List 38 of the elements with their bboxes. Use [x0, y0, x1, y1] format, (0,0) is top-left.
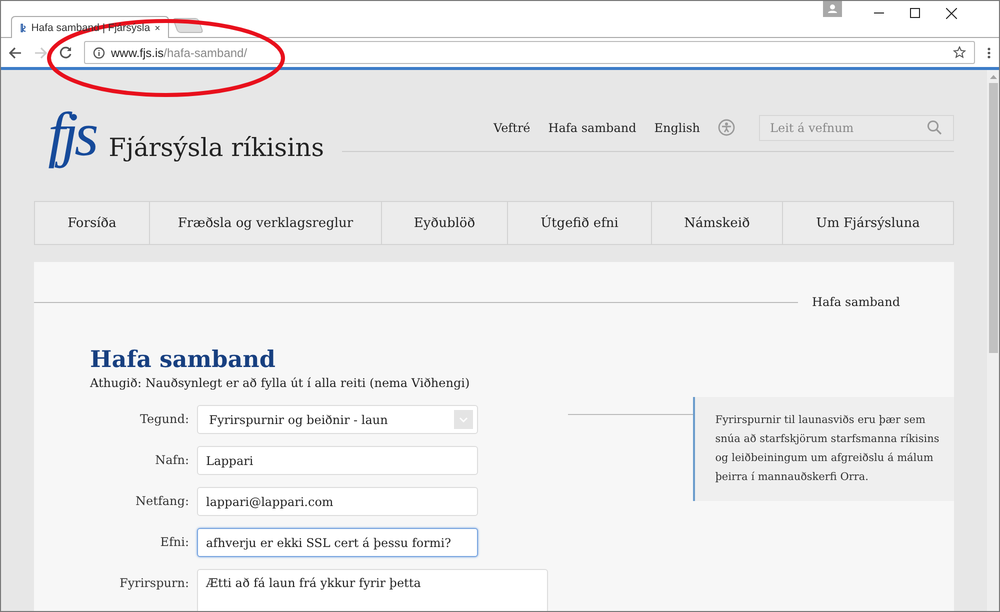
input-field[interactable]: Lappari [197, 446, 478, 476]
top-link[interactable]: Hafa samband [548, 120, 636, 134]
top-link[interactable]: Veftré [494, 120, 530, 134]
maximize-icon[interactable] [910, 8, 920, 18]
nav-item[interactable]: Um Fjársýsluna [783, 202, 953, 244]
chevron-icon [454, 410, 473, 430]
site-logo[interactable]: fjs [48, 104, 95, 166]
breadcrumb: Hafa samband [811, 295, 901, 309]
scrollbar[interactable] [987, 70, 999, 611]
nav-item[interactable]: Eyðublöð [382, 202, 508, 244]
field-label: Tegund: [138, 411, 189, 428]
field-label: Fyrirspurn: [118, 575, 189, 592]
page-heading: Hafa samband [90, 347, 276, 372]
search-field[interactable]: Leit á vefnum [759, 114, 954, 140]
field-label: Efni: [159, 534, 189, 552]
form-note: Athugið: Nauðsynlegt er að fylla út í alla reiti (nema Viðhengi) [90, 376, 471, 390]
scroll-thumb[interactable] [988, 83, 998, 353]
reload-icon[interactable] [59, 46, 72, 59]
info-box: Fyrirspurnir til launasviðs eru þær sem snúa að starfskjörum starfsmanna ríkisins og leiðbeiningum um afgreiðslu á málum þeirra í mannauðskerfi Orra. [693, 397, 954, 502]
site-name: Fjársýsla ríkisins [108, 132, 324, 162]
nav-item[interactable]: Námskeið [652, 202, 783, 244]
field-label: Netfang: [134, 493, 189, 510]
top-link[interactable]: English [654, 120, 700, 134]
field-label: Nafn: [154, 452, 189, 470]
close-icon[interactable] [946, 8, 957, 18]
address-bar[interactable]: www.fjs.is/hafa-samband/ [84, 41, 975, 64]
input-field[interactable]: afhverju er ekki SSL cert á þessu formi? [197, 528, 478, 558]
nav-item[interactable]: Fræðsla og verklagsreglur [150, 202, 382, 244]
input-field[interactable]: lappari@lappari.com [197, 487, 478, 516]
dropdown-field[interactable]: Fyrirspurnir og beiðnir - laun [197, 405, 478, 434]
back-icon[interactable] [9, 46, 22, 58]
close-icon[interactable] [155, 24, 160, 32]
nav-item[interactable]: Útgefið efni [508, 202, 652, 244]
menu-icon[interactable] [987, 46, 991, 58]
nav-item[interactable]: Forsíða [35, 202, 150, 244]
star-icon[interactable] [953, 46, 966, 59]
info-icon [93, 46, 105, 58]
text-area[interactable]: Ætti að fá laun frá ykkur fyrir þetta [197, 569, 548, 611]
